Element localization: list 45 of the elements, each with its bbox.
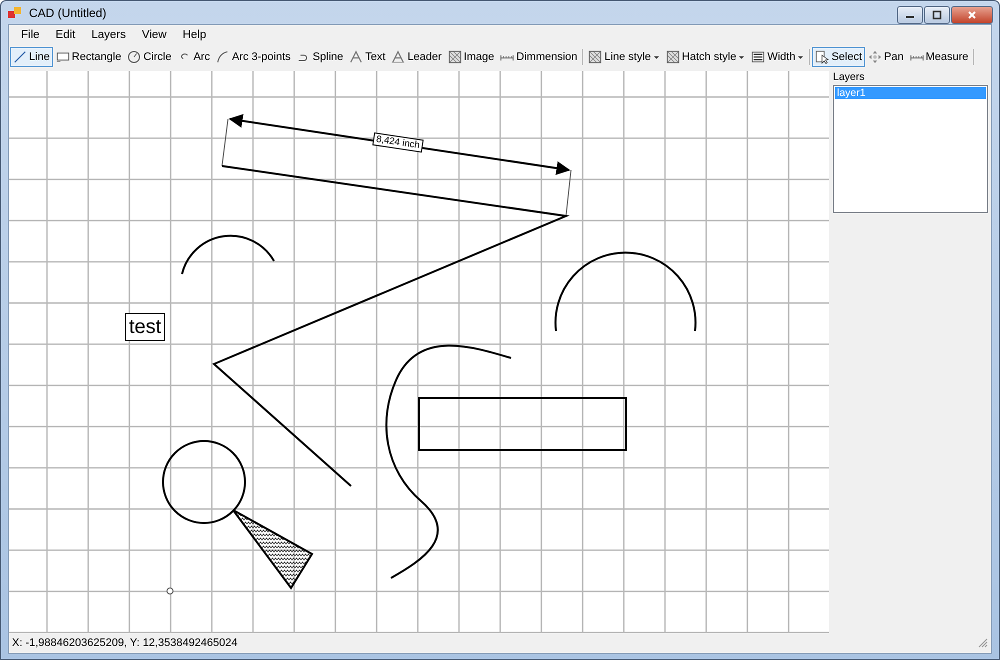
maximize-button[interactable] xyxy=(924,6,950,24)
hatch-icon xyxy=(666,50,680,64)
tool-button[interactable]: Image xyxy=(444,47,498,67)
line-icon xyxy=(13,50,27,64)
minimize-button[interactable] xyxy=(897,6,923,24)
tool-button[interactable]: Arc xyxy=(174,47,213,67)
status-text: X: -1,98846203625209, Y: 12,3538492465024 xyxy=(12,637,238,649)
tool-button[interactable]: Text xyxy=(346,47,388,67)
tool-button[interactable]: Spline xyxy=(294,47,346,67)
close-icon xyxy=(967,10,977,20)
maximize-icon xyxy=(932,10,942,20)
tool-button[interactable]: Pan xyxy=(865,47,907,67)
rect-icon xyxy=(56,50,70,64)
tool-button[interactable]: Circle xyxy=(124,47,174,67)
tool-button[interactable]: Arc 3-points xyxy=(212,47,294,67)
text-entity: test xyxy=(125,313,166,341)
tool-button[interactable]: Dimmension xyxy=(497,47,580,67)
menu-item[interactable]: Layers xyxy=(83,29,134,41)
menu-item[interactable]: File xyxy=(13,29,48,41)
tool-button[interactable]: Select xyxy=(812,47,866,67)
menu-item[interactable]: Help xyxy=(174,29,214,41)
width-icon xyxy=(751,50,766,64)
menu-item[interactable]: Edit xyxy=(48,29,84,41)
tool-button[interactable]: Measure xyxy=(906,47,972,67)
text-icon xyxy=(349,50,364,64)
arc3-icon xyxy=(216,50,230,64)
pan-icon xyxy=(868,50,882,64)
tool-button[interactable]: Leader xyxy=(388,47,445,67)
close-button[interactable] xyxy=(951,6,993,24)
circle-icon xyxy=(127,50,142,64)
leader-icon xyxy=(391,50,406,64)
dropdown-button[interactable]: Hatch style xyxy=(662,47,748,67)
dropdown-button[interactable]: Width xyxy=(748,47,808,67)
select-icon xyxy=(815,50,830,64)
tool-button[interactable]: Rectangle xyxy=(52,47,124,67)
resize-grip-icon xyxy=(978,638,988,648)
hatch-icon xyxy=(588,50,602,64)
image-icon xyxy=(448,50,462,64)
panel-title: Layers xyxy=(833,70,866,85)
app-icon xyxy=(7,4,23,20)
window-title: CAD (Untitled) xyxy=(29,6,108,20)
dropdown-button[interactable]: Line style xyxy=(585,47,663,67)
point-marker xyxy=(166,588,174,594)
tool-button[interactable]: Line xyxy=(10,47,53,67)
menu-item[interactable]: View xyxy=(134,29,175,41)
